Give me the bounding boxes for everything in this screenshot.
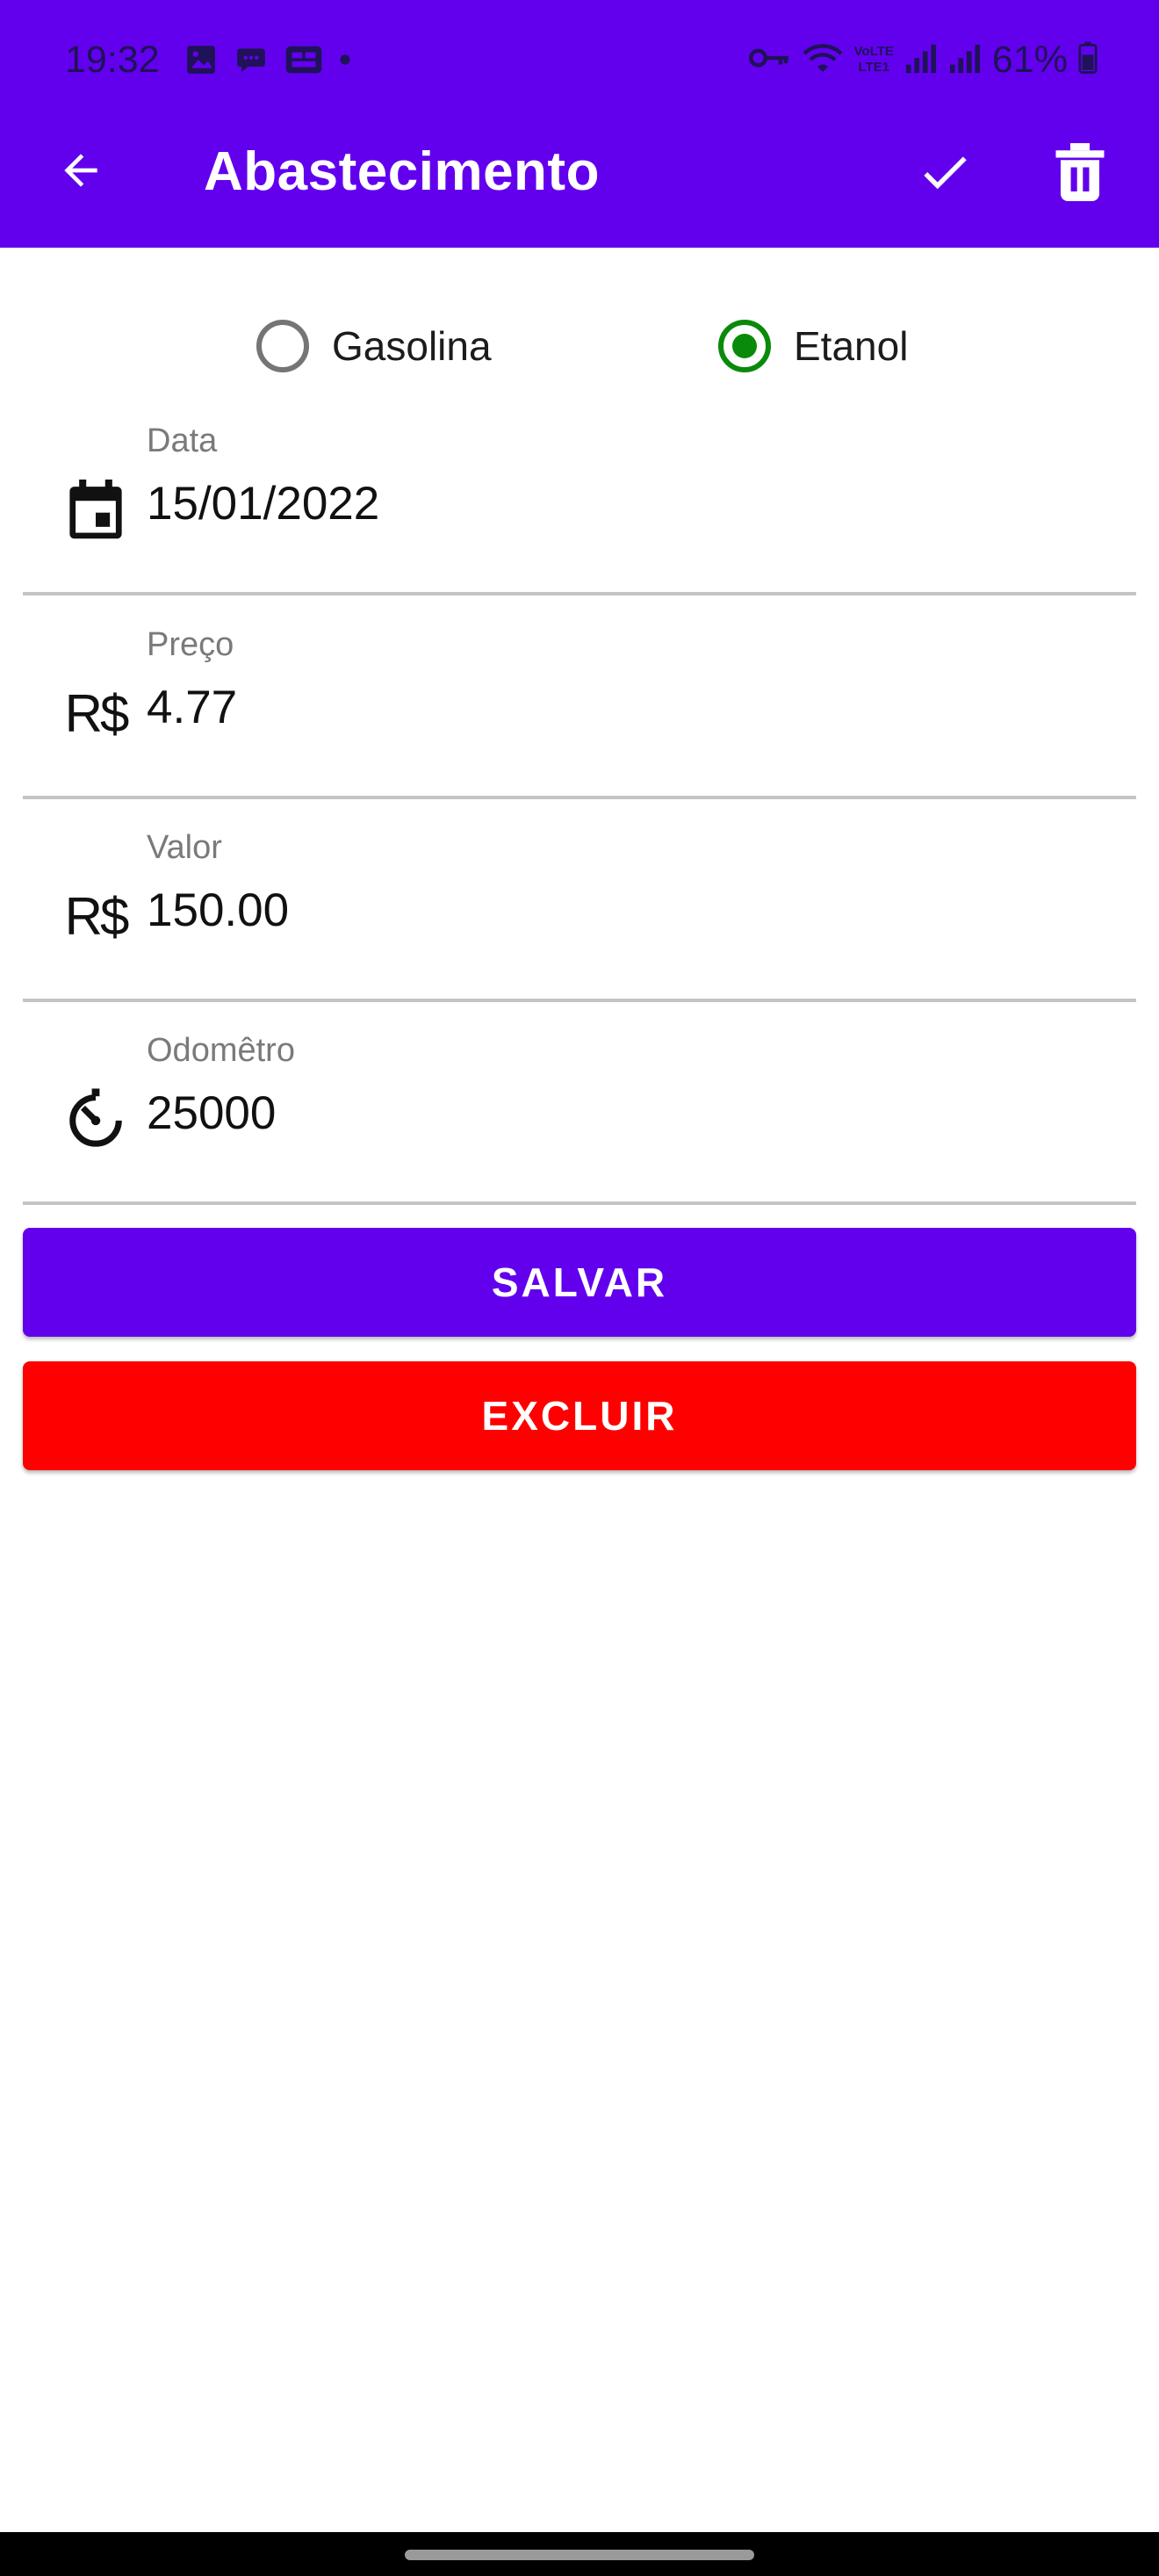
top-bar: 19:32 VoLTE LTE1 61% Abastecimento (0, 0, 1159, 248)
currency-real-icon: R$ (64, 887, 130, 946)
status-time: 19:32 (65, 39, 160, 81)
field-preco-value[interactable]: 4.77 (147, 680, 237, 736)
page-title: Abastecimento (204, 141, 600, 202)
field-odometro-value[interactable]: 25000 (147, 1086, 276, 1142)
field-data-underline (23, 592, 1136, 595)
field-valor[interactable]: R$ Valor 150.00 (23, 800, 1136, 1002)
signal-icon (948, 42, 982, 78)
field-preco-underline (23, 796, 1136, 799)
field-valor-value[interactable]: 150.00 (147, 883, 289, 939)
delete-entry-button[interactable]: EXCLUIR (23, 1361, 1136, 1470)
field-odometro-label: Odomêtro (147, 1032, 295, 1069)
field-data[interactable]: Data 15/01/2022 (23, 393, 1136, 595)
calendar-icon (58, 473, 133, 548)
delete-button[interactable] (1045, 137, 1115, 211)
radio-etanol-label: Etanol (794, 323, 909, 369)
chat-icon (234, 43, 269, 81)
battery-icon (1078, 41, 1098, 79)
save-button[interactable]: SALVAR (23, 1228, 1136, 1337)
app-bar: Abastecimento (0, 119, 1159, 248)
battery-percent: 61% (991, 39, 1068, 81)
radio-gasolina[interactable]: Gasolina (256, 313, 492, 379)
status-bar: 19:32 VoLTE LTE1 61% (0, 0, 1159, 119)
signal-icon (904, 42, 938, 78)
field-preco-label: Preço (147, 626, 234, 663)
timer-icon (58, 1080, 133, 1156)
volte-label-bottom: LTE1 (858, 60, 890, 75)
currency-real-icon: R$ (64, 684, 130, 743)
status-icons-left (184, 42, 351, 81)
field-preco[interactable]: R$ Preço 4.77 (23, 597, 1136, 799)
volte-icon: VoLTE LTE1 (854, 44, 894, 76)
key-icon (748, 45, 791, 76)
trash-icon (1055, 142, 1105, 206)
field-valor-underline (23, 999, 1136, 1002)
wifi-icon (802, 41, 844, 79)
status-icons-right: VoLTE LTE1 61% (748, 37, 1098, 83)
check-icon (916, 143, 974, 206)
back-button[interactable] (47, 139, 114, 206)
radio-gasolina-label: Gasolina (332, 323, 492, 369)
bug-icon (284, 43, 323, 81)
field-data-label: Data (147, 422, 218, 459)
notification-dot-icon (339, 54, 351, 70)
gallery-icon (184, 43, 218, 81)
radio-etanol-circle[interactable] (718, 320, 771, 372)
field-odometro[interactable]: Odomêtro 25000 (23, 1003, 1136, 1205)
field-data-value[interactable]: 15/01/2022 (147, 476, 379, 532)
confirm-button[interactable] (910, 139, 980, 209)
volte-label-top: VoLTE (853, 44, 894, 59)
radio-gasolina-circle[interactable] (256, 320, 309, 372)
field-valor-label: Valor (147, 829, 222, 866)
field-odometro-underline (23, 1201, 1136, 1205)
radio-etanol[interactable]: Etanol (718, 313, 908, 379)
system-nav-bar (0, 2532, 1159, 2576)
home-gesture-handle[interactable] (405, 2550, 754, 2560)
arrow-back-icon (56, 146, 105, 199)
